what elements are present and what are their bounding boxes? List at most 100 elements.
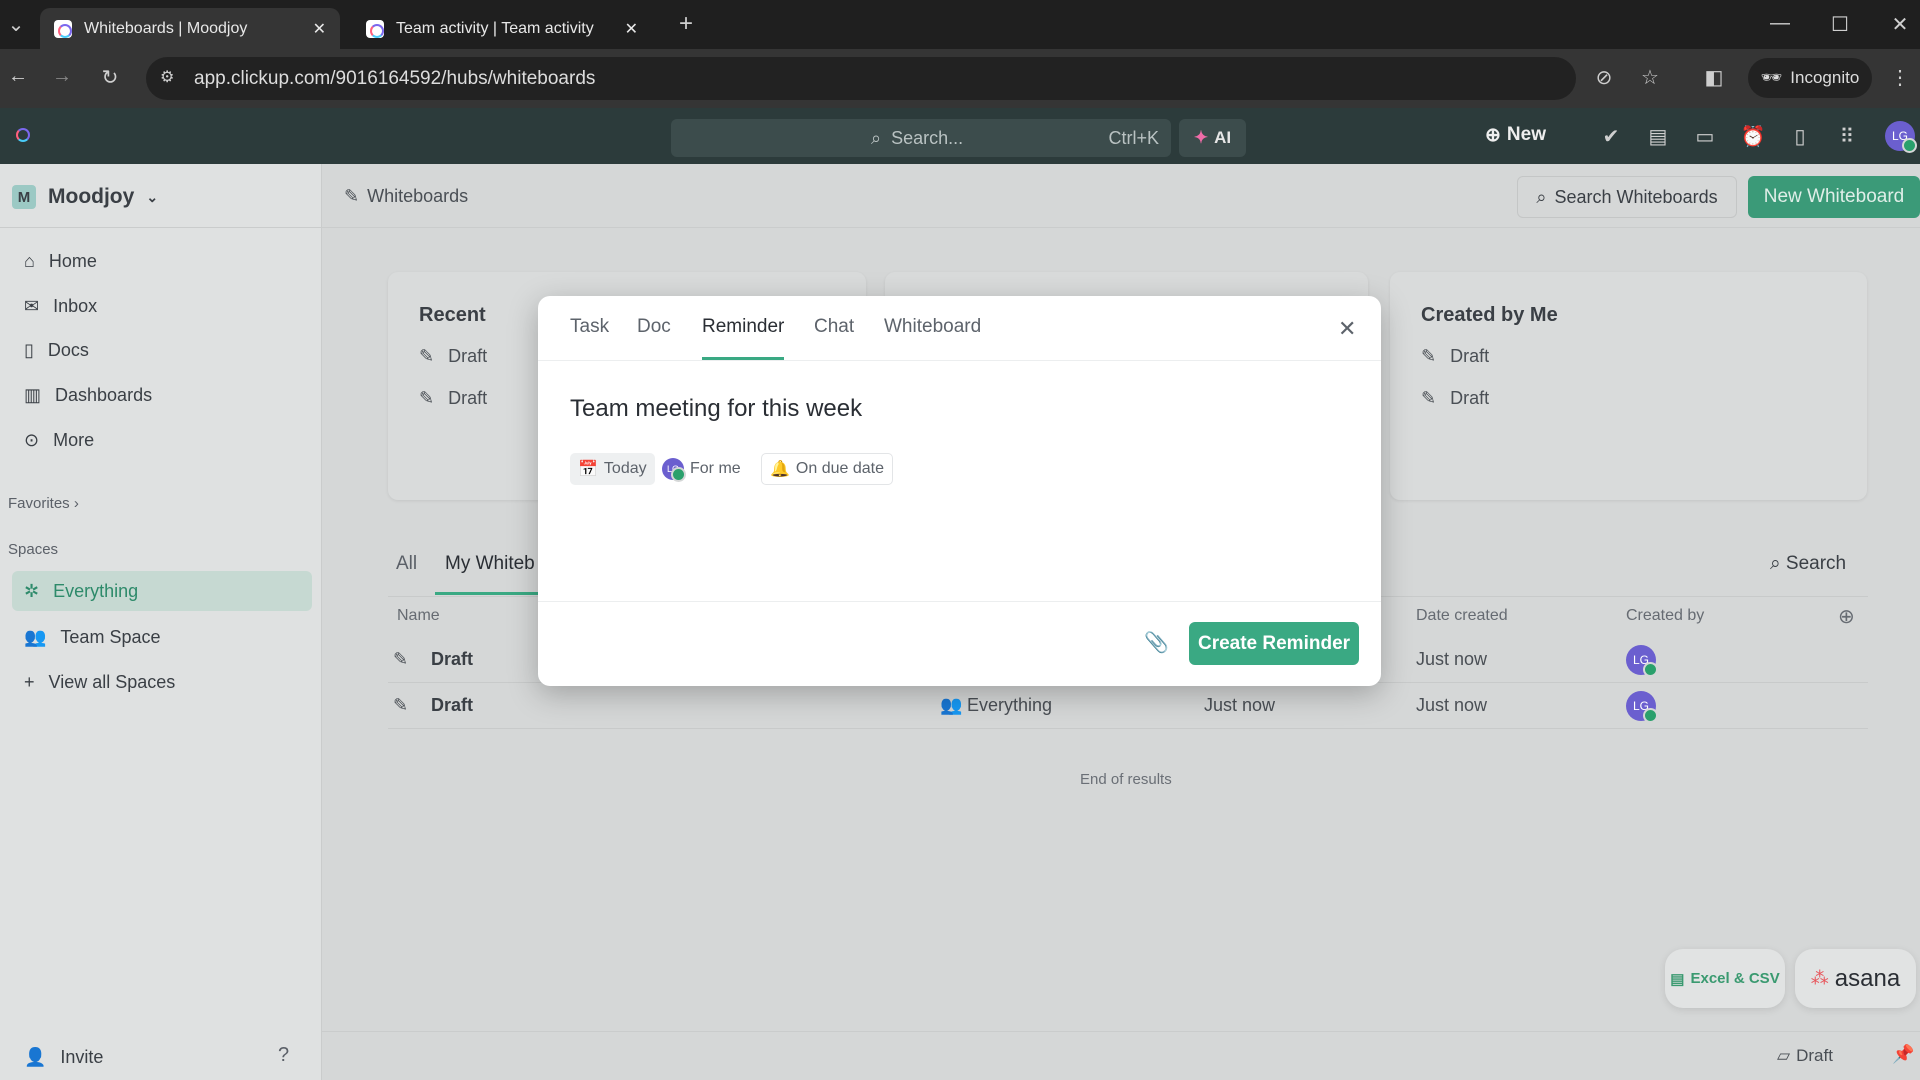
browser-tab-team-activity[interactable]: Team activity | Team activity ✕: [352, 8, 652, 49]
location-icon: 👥: [940, 695, 963, 715]
asana-import-button[interactable]: ⁂ asana: [1795, 949, 1916, 1008]
sidebar-item-docs[interactable]: ▯ Docs: [12, 330, 312, 370]
logo-mark: [12, 124, 30, 142]
new-whiteboard-label: New Whiteboard: [1763, 186, 1905, 207]
bottom-bar: ▱ Draft 📌: [322, 1031, 1920, 1080]
sidebar-label: Team Space: [60, 626, 161, 647]
plus-circle-icon: ⊕: [1485, 125, 1501, 146]
sidebar-item-dashboards[interactable]: ▥ Dashboards: [12, 375, 312, 415]
global-search[interactable]: ⌕ Search... Ctrl+K: [671, 119, 1171, 157]
attachment-icon[interactable]: 📎: [1144, 630, 1169, 655]
recent-item[interactable]: ✎ Draft: [419, 388, 487, 409]
sidepanel-icon[interactable]: ◧: [1700, 65, 1728, 90]
list-search-button[interactable]: ⌕ Search: [1770, 553, 1846, 575]
creator-avatar: LG: [1626, 644, 1658, 677]
maximize-icon[interactable]: ☐: [1826, 12, 1854, 37]
assignee-chip[interactable]: LG For me: [654, 453, 749, 485]
site-settings-icon[interactable]: ⚙: [160, 67, 174, 87]
created-item[interactable]: ✎ Draft: [1421, 388, 1489, 409]
check-circle-icon[interactable]: ✔: [1598, 124, 1624, 149]
sidebar-item-home[interactable]: ⌂ Home: [12, 241, 312, 281]
close-window-icon[interactable]: ✕: [1886, 12, 1914, 37]
clickup-favicon: [54, 19, 72, 38]
close-tab-icon[interactable]: ✕: [625, 19, 638, 39]
divider: [538, 601, 1381, 602]
close-modal-icon[interactable]: ✕: [1338, 316, 1356, 342]
clickup-logo[interactable]: [12, 124, 34, 148]
workspace-switcher[interactable]: M Moodjoy ⌄: [12, 185, 158, 209]
recent-item[interactable]: ✎ Draft: [419, 346, 487, 367]
notify-chip[interactable]: 🔔 On due date: [761, 453, 893, 485]
bookmark-star-icon[interactable]: ☆: [1636, 65, 1664, 90]
search-placeholder: Search...: [891, 127, 964, 148]
pin-icon[interactable]: 📌: [1892, 1044, 1914, 1065]
forward-icon[interactable]: →: [48, 65, 76, 88]
column-name[interactable]: Name: [397, 607, 440, 625]
tab-all[interactable]: All: [396, 553, 417, 575]
browser-menu-icon[interactable]: ⋮: [1888, 65, 1912, 90]
sidebar-item-more[interactable]: ⊙ More: [12, 420, 312, 460]
help-icon[interactable]: ?: [278, 1044, 289, 1067]
due-date-chip[interactable]: 📅 Today: [570, 453, 655, 485]
list-search-label: Search: [1785, 553, 1847, 574]
modal-tab-chat[interactable]: Chat: [814, 316, 854, 360]
alarm-clock-icon[interactable]: ⏰: [1740, 124, 1766, 149]
sidebar-label: Dashboards: [55, 384, 153, 405]
modal-tab-whiteboard[interactable]: Whiteboard: [884, 316, 981, 360]
sidebar-item-inbox[interactable]: ✉ Inbox: [12, 286, 312, 326]
browser-tab-whiteboards[interactable]: Whiteboards | Moodjoy ✕: [40, 8, 340, 49]
draft-icon: ▱: [1777, 1046, 1791, 1065]
eye-off-icon[interactable]: ⊘: [1590, 65, 1618, 90]
table-row[interactable]: ✎ Draft 👥 Everything Just now Just now L…: [388, 683, 1868, 729]
sidebar-item-view-all-spaces[interactable]: + View all Spaces: [12, 662, 312, 702]
new-whiteboard-button[interactable]: New Whiteboard: [1748, 176, 1920, 218]
url-text: app.clickup.com/9016164592/hubs/whiteboa…: [194, 67, 596, 89]
tab-my-whiteboards[interactable]: My Whiteb: [435, 553, 539, 595]
url-field[interactable]: ⚙ app.clickup.com/9016164592/hubs/whiteb…: [146, 57, 1576, 100]
address-bar-row: ← → ↻ ⚙ app.clickup.com/9016164592/hubs/…: [0, 49, 1920, 108]
bell-icon: 🔔: [770, 461, 790, 478]
reminder-title-input[interactable]: Team meeting for this week: [570, 395, 862, 423]
sidebar-item-everything[interactable]: ✲ Everything: [12, 571, 312, 611]
card-title: Recent: [419, 304, 486, 326]
end-of-results: End of results: [1080, 771, 1172, 788]
column-date-created[interactable]: Date created: [1416, 607, 1508, 625]
close-tab-icon[interactable]: ✕: [313, 19, 326, 39]
sidebar-item-team-space[interactable]: 👥 Team Space: [12, 617, 312, 657]
incognito-badge[interactable]: 🕶 Incognito: [1748, 58, 1872, 98]
app-header: ⌕ Search... Ctrl+K ✦ AI ⊕ New ✔ ▤ ▭ ⏰ ▯ ⠿ …: [0, 108, 1920, 164]
video-icon[interactable]: ▭: [1692, 124, 1718, 149]
create-reminder-button[interactable]: Create Reminder: [1189, 622, 1359, 665]
ai-button[interactable]: ✦ AI: [1179, 119, 1246, 157]
notify-label: On due date: [795, 460, 884, 477]
reload-icon[interactable]: ↻: [96, 65, 124, 90]
notepad-icon[interactable]: ▤: [1645, 124, 1671, 149]
user-avatar[interactable]: LG: [1885, 121, 1917, 153]
created-item[interactable]: ✎ Draft: [1421, 346, 1489, 367]
modal-tab-task[interactable]: Task: [570, 316, 609, 360]
minimize-icon[interactable]: —: [1766, 12, 1794, 35]
column-created-by[interactable]: Created by: [1626, 607, 1704, 625]
whiteboard-icon: ✎: [419, 346, 435, 366]
favorites-header[interactable]: Favorites ›: [8, 495, 79, 512]
new-tab-icon[interactable]: +: [672, 10, 700, 37]
more-icon: ⊙: [24, 429, 40, 450]
modal-tab-doc[interactable]: Doc: [637, 316, 671, 360]
invite-button[interactable]: 👤 Invite: [12, 1037, 312, 1077]
back-icon[interactable]: ←: [4, 65, 32, 88]
draft-tray-button[interactable]: ▱ Draft: [1777, 1046, 1833, 1066]
asana-logo-icon: ⁂: [1810, 968, 1829, 988]
whiteboard-icon: ✎: [1421, 388, 1437, 408]
modal-tab-reminder[interactable]: Reminder: [702, 316, 785, 360]
excel-csv-import-button[interactable]: ▤ Excel & CSV: [1665, 949, 1785, 1008]
calendar-icon: 📅: [578, 461, 598, 478]
new-button[interactable]: ⊕ New: [1485, 124, 1546, 147]
search-icon: ⌕: [1770, 553, 1786, 574]
apps-grid-icon[interactable]: ⠿: [1834, 124, 1860, 149]
add-column-icon[interactable]: ⊕: [1838, 604, 1855, 629]
breadcrumb[interactable]: ✎ Whiteboards: [344, 186, 468, 207]
sidebar-label: Home: [48, 250, 97, 271]
tab-search-chevron-icon[interactable]: ⌄: [4, 12, 28, 36]
search-whiteboards-button[interactable]: ⌕ Search Whiteboards: [1517, 176, 1737, 218]
document-icon[interactable]: ▯: [1787, 124, 1813, 149]
